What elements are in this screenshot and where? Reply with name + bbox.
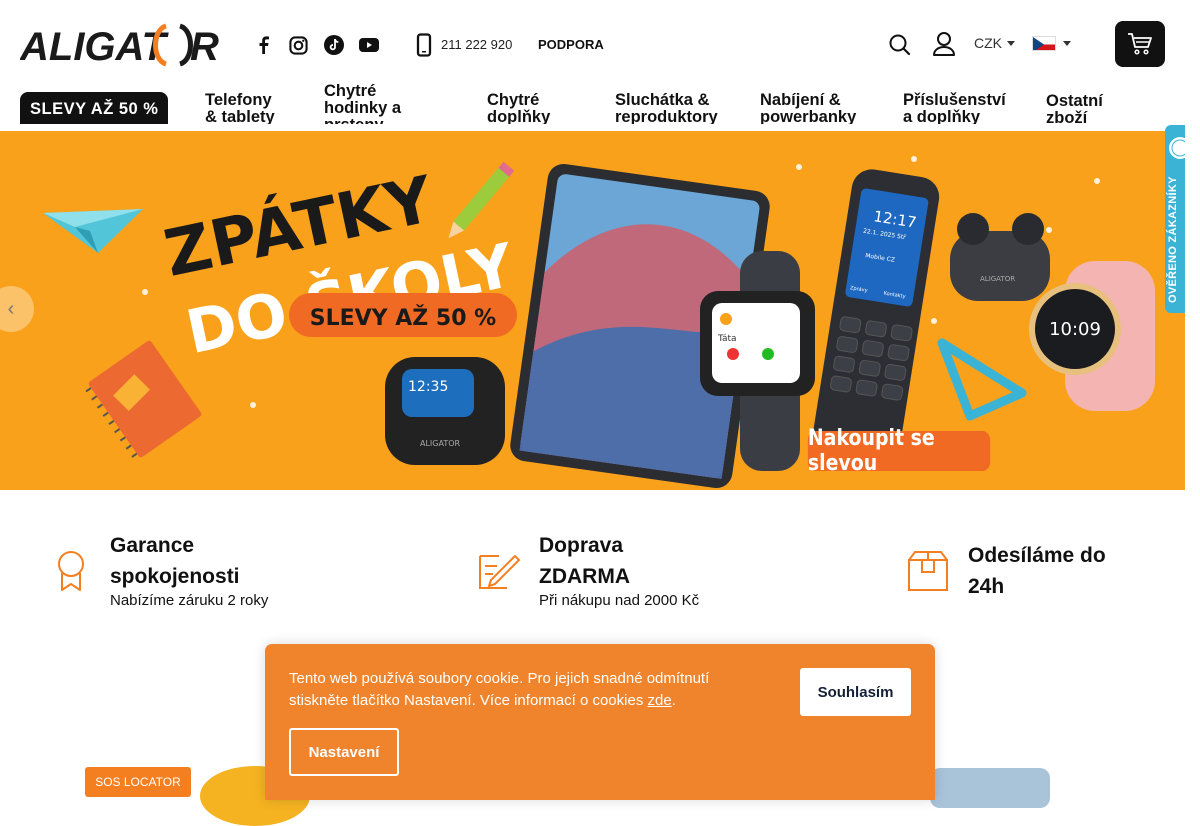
instagram-icon[interactable] [288,35,308,55]
cookie-info-link[interactable]: zde [648,692,672,709]
cookie-accept-button[interactable]: Souhlasím [800,668,911,716]
verified-by-customers-badge[interactable]: OVĚŘENO ZÁKAZNÍKY [1165,125,1185,313]
nav-item-smart-accessories[interactable]: Chytré doplňky [487,91,551,125]
mini-watch-illustration: 12:35 ALIGATOR [385,357,505,465]
benefit-title: Odesíláme do [968,544,1106,567]
nav-item-label: hodinky a [324,99,402,117]
nav-item-label: Nabíjení & [760,91,841,109]
hero-artwork: ZPÁTKY DO ŠKOLY SLEVY AŽ 50 % 12:35 ALIG… [43,156,1155,489]
currency-select[interactable]: CZK [974,35,1015,51]
cookie-settings-button[interactable]: Nastavení [289,728,399,776]
notebook-illustration [85,340,202,458]
nav-item-label: zboží [1046,109,1088,125]
facebook-icon[interactable] [253,35,273,55]
user-icon[interactable] [932,31,956,57]
phone-number[interactable]: 211 222 920 [441,37,512,52]
nav-item-label: Telefony [205,91,272,109]
logo-graphic: ALIGAT R [19,23,219,69]
cart-icon [1128,33,1152,55]
search-icon[interactable] [888,33,912,57]
nav-item-other-goods[interactable]: Ostatní zboží [1046,92,1103,125]
benefit-title: Garance [110,534,195,557]
cookie-message-text: Tento web používá soubory cookie. Pro je… [289,670,710,709]
benefit-title: ZDARMA [539,565,630,588]
smartwatch-time: 10:09 [1049,319,1101,340]
nav-item-label: powerbanky [760,108,857,125]
earbuds-illustration: ALIGATOR [950,213,1050,301]
nav-item-label: Příslušenství [903,91,1006,109]
nav-item-label: Sluchátka & [615,91,710,109]
cookie-message-period: . [671,692,676,709]
benefit-subtitle: Nabízíme záruku 2 roky [110,592,269,609]
hero-sale-badge: SLEVY AŽ 50 % [310,305,496,331]
phone-icon [415,33,433,57]
nav-item-label: Chytré [324,82,377,100]
benefit-satisfaction: Garance spokojenosti Nabízíme záruku 2 r… [110,530,330,609]
aligator-logo[interactable]: ALIGAT R [19,22,225,69]
hero-cta-button[interactable]: Nakoupit se slevou [807,426,991,476]
pencil-icon [477,550,521,597]
cookie-consent-banner: Tento web používá soubory cookie. Pro je… [265,644,935,800]
nav-item-label: doplňky [487,108,551,125]
nav-item-charging-powerbanks[interactable]: Nabíjení & powerbanky [760,91,857,125]
main-navigation: SLEVY AŽ 50 % Telefony & tablety Chytré … [0,82,1185,124]
benefit-title: Doprava [539,534,624,557]
earbuds-brand: ALIGATOR [980,275,1015,283]
nav-item-label: reproduktory [615,108,718,125]
tiktok-icon[interactable] [324,35,344,55]
nav-item-headphones-speakers[interactable]: Sluchátka & reproduktory [615,91,718,125]
nav-item-label: Ostatní [1046,92,1103,110]
currency-value: CZK [974,35,1002,51]
benefit-subtitle: Při nákupu nad 2000 Kč [539,592,700,609]
logo-text-right: R [190,25,219,68]
product-image[interactable] [930,768,1050,808]
nav-item-phones-tablets[interactable]: Telefony & tablety [205,91,275,125]
nav-item-label: Chytré [487,91,540,109]
czech-flag-icon [1032,36,1056,51]
ribbon-icon [55,550,87,597]
feature-phone-illustration: 12:17 22.1. 2025 Stř Mobile CZ Zprávy Ko… [812,169,940,464]
cart-button[interactable] [1115,21,1165,67]
verified-badge-label: OVĚŘENO ZÁKAZNÍKY [1167,176,1179,303]
nav-item-label: a doplňky [903,108,981,125]
language-select[interactable] [1032,36,1071,51]
mini-watch-brand: ALIGATOR [420,439,461,448]
chevron-down-icon [1063,41,1071,46]
cookie-message: Tento web používá soubory cookie. Pro je… [289,668,759,712]
nav-item-sale[interactable]: SLEVY AŽ 50 % [20,92,169,124]
verified-seal-icon [1169,137,1185,159]
paper-plane-illustration [43,209,143,253]
nav-item-label: prsteny [324,117,401,125]
nav-item-label: & tablety [205,108,275,125]
set-square-illustration [937,338,1027,421]
nav-item-accessories[interactable]: Příslušenství a doplňky [903,91,1006,125]
mini-watch-time: 12:35 [408,379,448,395]
support-link[interactable]: PODPORA [538,37,604,52]
benefit-free-shipping: Doprava ZDARMA Při nákupu nad 2000 Kč [539,530,759,609]
nav-item-smartwatches[interactable]: Chytré hodinky a prsteny [324,82,402,125]
youtube-icon[interactable] [359,35,379,55]
benefit-title: spokojenosti [110,565,240,588]
logo-text-left: ALIGAT [20,25,169,68]
box-icon [907,550,949,597]
benefit-fast-dispatch: Odesíláme do 24h [968,540,1168,602]
hero-banner[interactable]: ZPÁTKY DO ŠKOLY SLEVY AŽ 50 % 12:35 ALIG… [0,131,1185,490]
product-badge: SOS LOCATOR [85,767,191,797]
chevron-down-icon [1007,40,1015,46]
kids-watch-label: Táta [717,334,737,344]
benefit-title: 24h [968,575,1005,598]
